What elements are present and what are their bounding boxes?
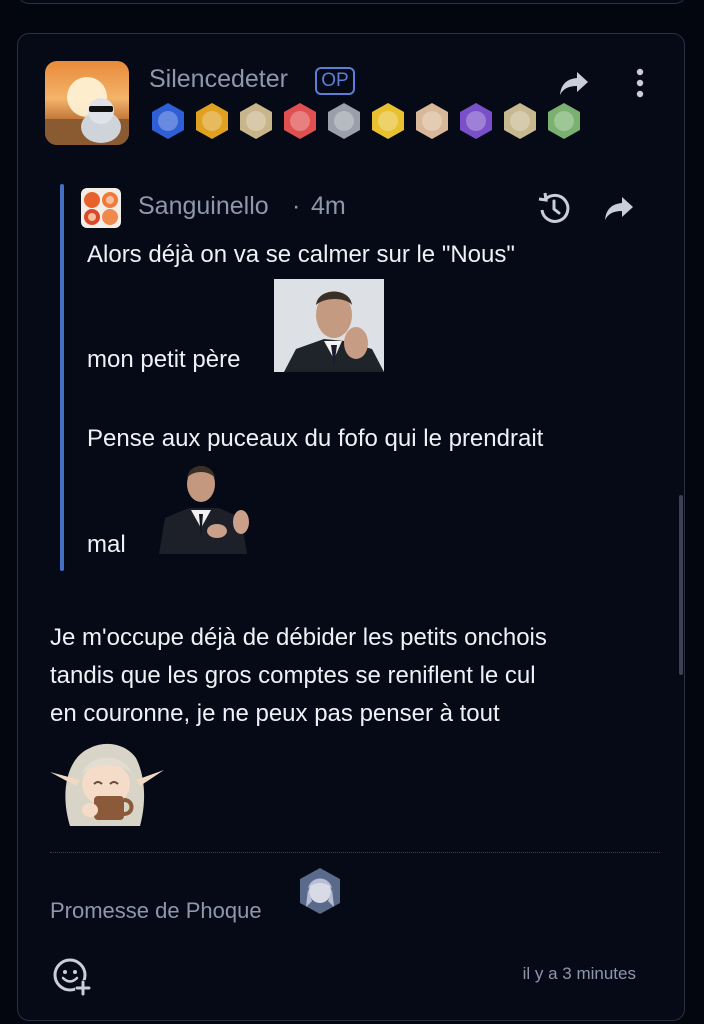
emoji-badge-icon[interactable] (369, 102, 407, 140)
face-badge-icon[interactable] (413, 102, 451, 140)
signature-text: Promesse de Phoque (50, 898, 262, 923)
quote-line-1: Alors déjà on va se calmer sur le "Nous" (87, 241, 515, 268)
quote-separator: · (292, 192, 301, 220)
quote-bar (60, 184, 64, 571)
character-badge-icon[interactable] (545, 102, 583, 140)
quote-author-avatar[interactable] (81, 188, 121, 228)
quote-author-avatar-image (84, 192, 118, 225)
scrollbar[interactable] (679, 495, 683, 675)
add-reaction-icon[interactable] (52, 957, 92, 997)
signature-divider (50, 852, 660, 853)
post-body: Je m'occupe déjà de débider les petits o… (50, 619, 670, 733)
man-badge-icon[interactable] (325, 102, 363, 140)
anime-badge-icon[interactable] (501, 102, 539, 140)
post-body-line-1: Je m'occupe déjà de débider les petits o… (50, 624, 547, 651)
more-options-icon[interactable] (630, 68, 650, 98)
quote-share-icon[interactable] (603, 194, 635, 222)
sticker-elf-drinking (50, 743, 164, 826)
signature-avatar (300, 868, 340, 914)
history-icon[interactable] (536, 190, 572, 226)
post-body-line-3: en couronne, je ne peux pas penser à tou… (50, 700, 500, 727)
author-avatar[interactable] (45, 61, 129, 145)
sticker-man-gesturing (274, 279, 384, 372)
crown-badge-icon[interactable] (149, 102, 187, 140)
sticker-man-pointing (155, 456, 253, 554)
author-avatar-image (45, 77, 129, 145)
moon-badge-icon[interactable] (457, 102, 495, 140)
portrait-badge-icon[interactable] (237, 102, 275, 140)
post-timestamp: il y a 3 minutes (522, 964, 636, 983)
quote-time: 4m (311, 192, 346, 220)
post-body-line-2: tandis que les gros comptes se reniflent… (50, 662, 536, 689)
quote-line-3: Pense aux puceaux du fofo qui le prendra… (87, 425, 544, 452)
post-card: Silencedeter OP Sanguinello · 4m Alors d… (17, 33, 685, 1021)
previous-post-card (17, 0, 687, 4)
clown-badge-icon[interactable] (281, 102, 319, 140)
quote-author-name[interactable]: Sanguinello (138, 192, 269, 221)
quote-line-2: mon petit père (87, 346, 241, 373)
dollar-badge-icon[interactable] (193, 102, 231, 140)
author-username[interactable]: Silencedeter (149, 65, 288, 94)
op-badge: OP (315, 67, 355, 95)
quote-line-4: mal (87, 531, 126, 558)
share-icon[interactable] (558, 69, 590, 97)
